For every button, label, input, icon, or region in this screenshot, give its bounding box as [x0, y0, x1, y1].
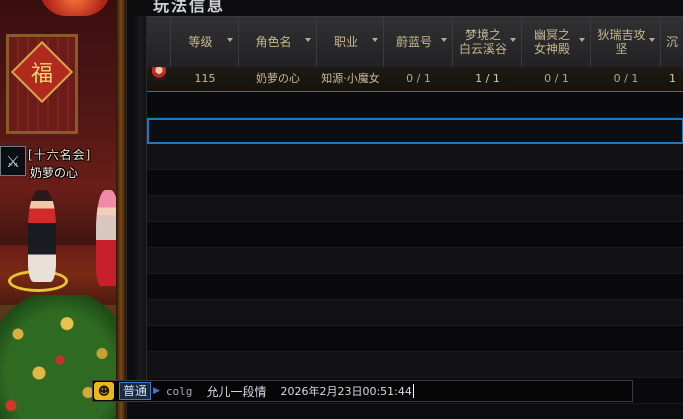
selected-empty-row[interactable]	[147, 118, 683, 144]
character-table: 等级 角色名 职业 蔚蓝号 梦境之 白云溪谷 幽冥之 女神殿 狄瑞吉攻 坚 沉 …	[147, 16, 683, 404]
sort-arrow-icon	[227, 38, 233, 42]
chat-message-text: 允儿一段情	[206, 384, 267, 399]
chat-username: colg	[165, 384, 193, 398]
dream-cell: 1 / 1	[475, 71, 500, 85]
character-name-label: 奶萝の心	[30, 166, 79, 180]
empty-row[interactable]	[147, 144, 683, 170]
empty-row[interactable]	[147, 248, 683, 274]
crossed-swords-icon: ⚔	[0, 146, 26, 176]
empty-row[interactable]	[147, 274, 683, 300]
job-cell: 知源·小魔女	[321, 71, 380, 85]
column-header-nether-temple[interactable]: 幽冥之 女神殿	[522, 17, 591, 67]
column-header-azure[interactable]: 蔚蓝号	[384, 17, 453, 67]
column-header-label: 沉	[665, 35, 678, 49]
panel-side-rail	[135, 16, 147, 382]
sort-arrow-icon	[372, 38, 378, 42]
column-header-label: 等级	[188, 35, 213, 49]
column-header-label: 角色名	[255, 35, 292, 49]
chat-input-bar[interactable]: ☻ 普通 ▶ colg 允儿一段情 2026年2月23日00:51:44	[92, 380, 633, 402]
column-header-label: 蔚蓝号	[395, 35, 432, 49]
chat-channel-selector[interactable]: 普通	[119, 382, 152, 400]
azure-cell: 0 / 1	[406, 71, 431, 85]
empty-row[interactable]	[147, 92, 683, 118]
column-header-job[interactable]: 职业	[317, 17, 384, 67]
player-character[interactable]	[28, 190, 56, 282]
column-header-label: 幽冥之 女神殿	[533, 28, 570, 56]
level-cell: 115	[194, 71, 216, 85]
sort-arrow-icon	[649, 38, 655, 42]
emoji-face-icon[interactable]: ☻	[94, 382, 114, 400]
column-header-truncated[interactable]: 沉	[661, 17, 683, 67]
sort-arrow-icon	[579, 38, 585, 42]
column-header-avatar	[147, 17, 171, 67]
last-cell: 1	[669, 71, 676, 85]
channel-arrow-icon[interactable]: ▶	[153, 386, 160, 396]
gameplay-info-panel: 玩法信息 等级 角色名 职业 蔚蓝号 梦境之 白云溪谷 幽冥之 女神殿 狄瑞吉攻…	[126, 0, 683, 419]
column-header-label: 梦境之 白云溪谷	[458, 28, 507, 56]
empty-row[interactable]	[147, 352, 683, 378]
sort-arrow-icon	[510, 38, 516, 42]
name-cell: 奶萝の心	[256, 71, 300, 85]
avatar-cell	[147, 65, 171, 92]
fu-char: 福	[30, 62, 53, 87]
column-header-name[interactable]: 角色名	[239, 17, 317, 67]
lantern-decoration	[40, 0, 110, 16]
chat-timestamp: 2026年2月23日00:51:44	[280, 385, 412, 398]
character-avatar-icon	[152, 65, 166, 80]
panel-title: 玩法信息	[153, 0, 226, 15]
scene-pillar	[116, 0, 126, 419]
sort-arrow-icon	[305, 38, 311, 42]
empty-row[interactable]	[147, 300, 683, 326]
empty-row[interactable]	[147, 326, 683, 352]
game-scene: 福	[0, 0, 126, 419]
text-cursor	[412, 384, 414, 398]
column-header-label: 狄瑞吉攻 坚	[597, 28, 646, 56]
sort-arrow-icon	[441, 38, 447, 42]
column-header-dream-valley[interactable]: 梦境之 白云溪谷	[453, 17, 522, 67]
empty-row[interactable]	[147, 222, 683, 248]
nether-cell: 0 / 1	[544, 71, 569, 85]
empty-row[interactable]	[147, 196, 683, 222]
table-row[interactable]: 115 奶萝の心 知源·小魔女 0 / 1 1 / 1 0 / 1 0 / 1 …	[147, 65, 683, 92]
column-header-label: 职业	[333, 35, 358, 49]
column-header-direzi[interactable]: 狄瑞吉攻 坚	[591, 17, 661, 67]
direzi-cell: 0 / 1	[613, 71, 639, 85]
column-header-level[interactable]: 等级	[171, 17, 239, 67]
table-header: 等级 角色名 职业 蔚蓝号 梦境之 白云溪谷 幽冥之 女神殿 狄瑞吉攻 坚 沉	[147, 16, 683, 67]
empty-row[interactable]	[147, 170, 683, 196]
guild-name: [十六名会]	[28, 148, 92, 162]
